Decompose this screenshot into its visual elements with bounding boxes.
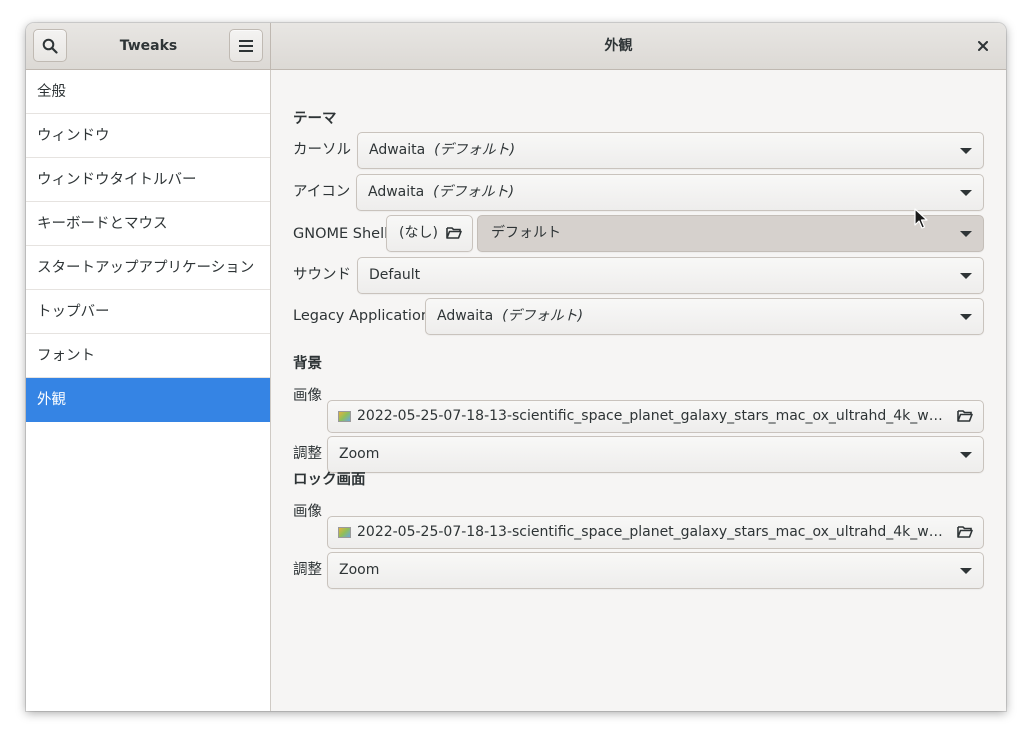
icons-label: アイコン [293,184,351,200]
icon-theme-default-suffix: (デフォルト) [428,184,515,200]
background-adjust-value: Zoom [339,446,380,462]
shell-theme-value: デフォルト [491,225,561,241]
close-icon [978,41,988,51]
headerbar-sidebar-section: Tweaks [26,23,271,69]
lockscreen-image-chooser[interactable]: 2022-05-25-07-18-13-scientific_space_pla… [327,516,984,549]
sound-label: サウンド [293,267,351,283]
sidebar-item-keyboard-mouse[interactable]: キーボードとマウス [26,202,270,246]
search-icon [42,38,58,54]
lockscreen-section-title: ロック画面 [293,472,366,488]
shell-theme-file-button[interactable]: (なし) [386,215,473,252]
cursor-theme-value: Adwaita [369,142,426,158]
sidebar: 全般 ウィンドウ ウィンドウタイトルバー キーボードとマウス スタートアップアプ… [26,70,271,711]
themes-section-title: テーマ [293,111,337,127]
tweaks-window: Tweaks 外観 全般 ウィンドウ ウィンドウタイトルバー キーボードとマウス… [26,23,1006,711]
headerbar: Tweaks 外観 [26,23,1006,70]
sidebar-item-windows[interactable]: ウィンドウ [26,114,270,158]
shell-file-none-label: (なし) [399,225,438,241]
folder-open-icon [957,410,973,422]
chevron-down-icon [960,190,972,196]
folder-open-icon [446,227,462,239]
cursor-theme-default-suffix: (デフォルト) [429,142,516,158]
lockscreen-adjust-value: Zoom [339,562,380,578]
lockscreen-adjust-label: 調整 [293,562,322,578]
legacy-apps-label: Legacy Applications [293,308,438,324]
search-button[interactable] [33,29,67,62]
icon-theme-combo[interactable]: Adwaita (デフォルト) [356,174,984,211]
chevron-down-icon [960,452,972,458]
sidebar-item-fonts[interactable]: フォント [26,334,270,378]
app-title: Tweaks [119,38,178,54]
main-menu-button[interactable] [229,29,263,62]
lockscreen-image-label: 画像 [293,504,322,520]
sidebar-item-general[interactable]: 全般 [26,70,270,114]
background-adjust-combo[interactable]: Zoom [327,436,984,473]
chevron-down-icon [960,148,972,154]
sound-theme-combo[interactable]: Default [357,257,984,294]
chevron-down-icon [960,568,972,574]
lockscreen-image-filename: 2022-05-25-07-18-13-scientific_space_pla… [357,524,949,540]
chevron-down-icon [960,314,972,320]
legacy-apps-theme-combo[interactable]: Adwaita (デフォルト) [425,298,984,335]
background-image-chooser[interactable]: 2022-05-25-07-18-13-scientific_space_pla… [327,400,984,433]
cursor-label: カーソル [293,142,351,158]
folder-open-icon [957,526,973,538]
shell-label: GNOME Shell [293,226,389,242]
hamburger-menu-icon [239,39,253,52]
background-image-filename: 2022-05-25-07-18-13-scientific_space_pla… [357,408,949,424]
page-title: 外観 [604,38,633,54]
legacy-theme-default-suffix: (デフォルト) [497,308,584,324]
sidebar-item-appearance[interactable]: 外観 [26,378,270,422]
chevron-down-icon [960,231,972,237]
cursor-theme-combo[interactable]: Adwaita (デフォルト) [357,132,984,169]
background-image-label: 画像 [293,388,322,404]
appearance-panel: テーマ カーソル Adwaita (デフォルト) アイコン Adwaita (デ… [271,70,1006,711]
close-button[interactable] [974,37,992,55]
chevron-down-icon [960,273,972,279]
legacy-theme-value: Adwaita [437,308,494,324]
background-section-title: 背景 [293,356,322,372]
lockscreen-adjust-combo[interactable]: Zoom [327,552,984,589]
sidebar-item-top-bar[interactable]: トップバー [26,290,270,334]
image-thumbnail-icon [338,527,351,538]
shell-theme-combo[interactable]: デフォルト [477,215,984,252]
background-adjust-label: 調整 [293,446,322,462]
sound-theme-value: Default [369,267,421,283]
icon-theme-value: Adwaita [368,184,425,200]
sidebar-item-startup-apps[interactable]: スタートアップアプリケーション [26,246,270,290]
sidebar-item-window-titlebars[interactable]: ウィンドウタイトルバー [26,158,270,202]
image-thumbnail-icon [338,411,351,422]
mouse-pointer-icon [914,208,928,229]
